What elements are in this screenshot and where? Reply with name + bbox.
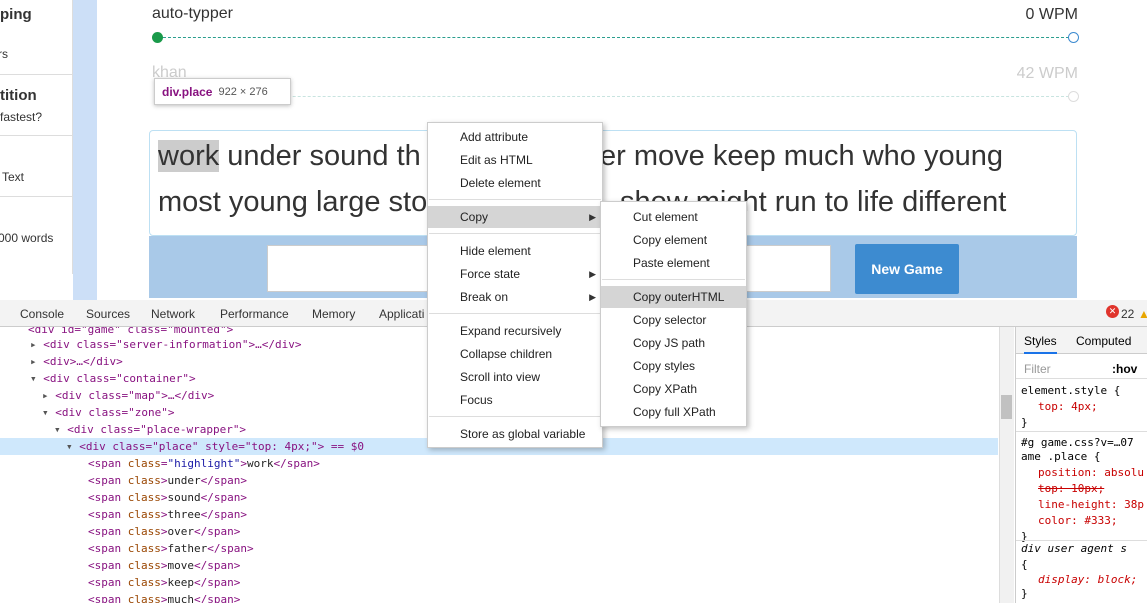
tab-console[interactable]: Console bbox=[20, 307, 64, 321]
dom-node[interactable]: <span class>father</span> bbox=[88, 540, 254, 557]
sidebar-item-title-2[interactable]: tition bbox=[0, 87, 37, 104]
racer-name: auto-typper bbox=[152, 5, 233, 22]
dom-node[interactable]: <span class>move</span> bbox=[88, 557, 240, 574]
menu-item-copy-selector[interactable]: Copy selector bbox=[601, 309, 746, 331]
dom-node[interactable]: <span class>under</span> bbox=[88, 472, 247, 489]
styles-pane: Styles Computed Filter :hov element.styl… bbox=[1015, 327, 1147, 603]
dom-node[interactable]: <span class>much</span> bbox=[88, 591, 240, 603]
error-count[interactable]: 22 bbox=[1121, 307, 1134, 321]
style-property[interactable]: color: #333; bbox=[1038, 514, 1117, 527]
sidebar-item-sub-2: fastest? bbox=[0, 110, 43, 124]
sidebar-item-words[interactable]: 000 words bbox=[0, 231, 53, 245]
menu-item-store-global[interactable]: Store as global variable bbox=[428, 423, 602, 445]
style-property[interactable]: top: 10px; bbox=[1038, 482, 1104, 495]
menu-item-copy-styles[interactable]: Copy styles bbox=[601, 355, 746, 377]
tab-application[interactable]: Applicati bbox=[379, 307, 424, 321]
page-gutter bbox=[73, 0, 97, 300]
racer-wpm: 0 WPM bbox=[1025, 6, 1078, 23]
dom-node[interactable]: ▸ <div class="server-information">…</div… bbox=[30, 336, 302, 353]
racer-progress-marker bbox=[152, 32, 163, 43]
dom-node[interactable]: ▾ <div class="place-wrapper"> bbox=[54, 421, 246, 438]
text-segment: most young large sto bbox=[158, 186, 428, 218]
style-selector: ame .place { bbox=[1021, 450, 1101, 463]
inspect-tooltip: div.place 922 × 276 bbox=[154, 78, 291, 105]
tab-styles[interactable]: Styles bbox=[1024, 334, 1057, 354]
tab-performance[interactable]: Performance bbox=[220, 307, 289, 321]
styles-filter-input[interactable]: Filter bbox=[1024, 362, 1051, 376]
style-property: display: block; bbox=[1038, 573, 1138, 586]
menu-item-expand[interactable]: Expand recursively bbox=[428, 320, 602, 342]
race-track bbox=[158, 96, 1074, 97]
style-rule: element.style { bbox=[1021, 384, 1121, 397]
menu-item-break-on[interactable]: Break on ▶ bbox=[428, 286, 602, 308]
menu-item-hide[interactable]: Hide element bbox=[428, 240, 602, 262]
menu-item-delete[interactable]: Delete element bbox=[428, 172, 602, 194]
menu-item-edit-html[interactable]: Edit as HTML bbox=[428, 149, 602, 171]
dom-node[interactable]: <span class>sound</span> bbox=[88, 489, 247, 506]
tooltip-size: 922 × 276 bbox=[218, 85, 268, 98]
hov-toggle[interactable]: :hov bbox=[1112, 362, 1137, 376]
dom-node[interactable]: <span class>over</span> bbox=[88, 523, 240, 540]
dom-node[interactable]: <span class>keep</span> bbox=[88, 574, 240, 591]
menu-item-add-attribute[interactable]: Add attribute bbox=[428, 126, 602, 148]
text-segment: er move keep much who young bbox=[600, 140, 1003, 172]
dom-node[interactable]: ▾ <div class="zone"> bbox=[42, 404, 174, 421]
style-property[interactable]: line-height: 38p bbox=[1038, 498, 1144, 511]
style-source[interactable]: #g game.css?v=…07 bbox=[1021, 436, 1134, 449]
text-segment: under sound th bbox=[219, 140, 421, 172]
menu-item-copy-js-path[interactable]: Copy JS path bbox=[601, 332, 746, 354]
tab-network[interactable]: Network bbox=[151, 307, 195, 321]
racer-wpm: 42 WPM bbox=[1016, 65, 1078, 82]
finish-marker bbox=[1068, 91, 1079, 102]
menu-item-copy-full-xpath[interactable]: Copy full XPath bbox=[601, 401, 746, 423]
style-rule: } bbox=[1021, 587, 1028, 600]
current-word: work bbox=[158, 140, 220, 172]
dom-node-selected[interactable]: ▾ <div class="place" style="top: 4px;"> … bbox=[66, 438, 364, 455]
style-property[interactable]: position: absolu bbox=[1038, 466, 1144, 479]
race-track bbox=[158, 37, 1074, 38]
submenu-arrow-icon: ▶ bbox=[589, 292, 596, 302]
menu-item-focus[interactable]: Focus bbox=[428, 389, 602, 411]
dom-node[interactable]: ▸ <div class="map">…</div> bbox=[42, 387, 214, 404]
finish-marker bbox=[1068, 32, 1079, 43]
error-icon: ✕ bbox=[1106, 305, 1119, 318]
tab-sources[interactable]: Sources bbox=[86, 307, 130, 321]
menu-item-copy[interactable]: Copy ▶ bbox=[428, 206, 602, 228]
style-source: div user agent s bbox=[1021, 542, 1127, 555]
menu-item-collapse[interactable]: Collapse children bbox=[428, 343, 602, 365]
dom-node[interactable]: <span class>three</span> bbox=[88, 506, 247, 523]
tab-computed[interactable]: Computed bbox=[1076, 334, 1131, 348]
tooltip-selector: div.place bbox=[162, 84, 213, 99]
elements-scrollbar[interactable] bbox=[999, 327, 1014, 603]
copy-submenu: Cut element Copy element Paste element C… bbox=[600, 201, 747, 427]
new-game-button[interactable]: New Game bbox=[855, 244, 959, 294]
sidebar-item-sub-1: rs bbox=[0, 47, 8, 61]
context-menu: Add attribute Edit as HTML Delete elemen… bbox=[427, 122, 603, 448]
sidebar-item-title-1[interactable]: ping bbox=[0, 6, 32, 23]
style-rule: { bbox=[1021, 558, 1028, 571]
dom-node[interactable]: ▸ <div>…</div> bbox=[30, 353, 123, 370]
submenu-arrow-icon: ▶ bbox=[589, 269, 596, 279]
scrollbar-thumb[interactable] bbox=[1001, 395, 1012, 419]
menu-item-copy-outerhtml[interactable]: Copy outerHTML bbox=[601, 286, 746, 308]
menu-item-copy-xpath[interactable]: Copy XPath bbox=[601, 378, 746, 400]
menu-item-paste-element[interactable]: Paste element bbox=[601, 252, 746, 274]
sidebar-card: ping rs tition fastest? Text 000 words bbox=[0, 0, 73, 274]
menu-item-cut-element[interactable]: Cut element bbox=[601, 206, 746, 228]
tab-memory[interactable]: Memory bbox=[312, 307, 355, 321]
menu-item-copy-element[interactable]: Copy element bbox=[601, 229, 746, 251]
sidebar-item-text[interactable]: Text bbox=[2, 170, 24, 184]
submenu-arrow-icon: ▶ bbox=[589, 212, 596, 222]
menu-item-force-state[interactable]: Force state ▶ bbox=[428, 263, 602, 285]
warning-icon: ▲ bbox=[1138, 307, 1147, 321]
menu-item-scroll[interactable]: Scroll into view bbox=[428, 366, 602, 388]
dom-node[interactable]: <span class="highlight">work</span> bbox=[88, 455, 320, 472]
style-property[interactable]: top: 4px; bbox=[1038, 400, 1098, 413]
style-rule: } bbox=[1021, 416, 1028, 429]
dom-node[interactable]: ▾ <div class="container"> bbox=[30, 370, 196, 387]
